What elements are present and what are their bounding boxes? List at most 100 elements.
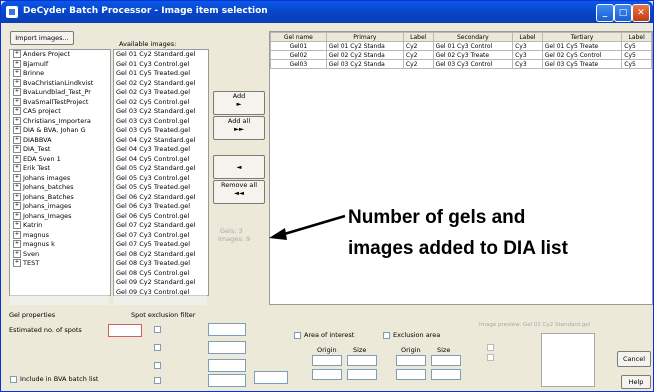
remove-all-button[interactable]: Remove all ◄◄: [213, 180, 265, 204]
expand-icon[interactable]: +: [13, 192, 21, 201]
image-list-item[interactable]: Gel 06 Cy3 Treated.gel: [114, 202, 208, 212]
table-cell[interactable]: Gel 01 Cy5 Treate: [541, 41, 623, 51]
table-cell[interactable]: Gel 02 Cy3 Treate: [432, 50, 514, 60]
table-cell[interactable]: Cy3: [512, 41, 543, 51]
remove-button[interactable]: ◄: [213, 155, 265, 179]
image-list-item[interactable]: Gel 03 Cy2 Standard.gel: [114, 107, 208, 117]
table-row[interactable]: Gel02 Gel 02 Cy2 Standa Cy2 Gel 02 Cy3 Trea…: [270, 50, 652, 60]
image-list-item[interactable]: Gel 08 Cy5 Control.gel: [114, 268, 208, 278]
image-list-item[interactable]: Gel 05 Cy2 Standard.gel: [114, 164, 208, 174]
tree-item[interactable]: + Johans_images: [10, 202, 110, 212]
expand-icon[interactable]: +: [13, 230, 21, 239]
preview-option-1-checkbox[interactable]: [487, 344, 494, 351]
tree-item[interactable]: + BvaLundblad_Test_Pr: [10, 88, 110, 98]
filter-checkbox[interactable]: [154, 362, 161, 369]
origin-x-input-1[interactable]: [312, 355, 342, 366]
cancel-button[interactable]: Cancel: [617, 351, 651, 367]
image-list-item[interactable]: Gel 08 Cy3 Treated.gel: [114, 259, 208, 269]
image-list-item[interactable]: Gel 03 Cy5 Treated.gel: [114, 126, 208, 136]
tree-item[interactable]: + Johans images: [10, 173, 110, 184]
close-icon[interactable]: ✕: [632, 4, 650, 22]
size-y-input-1[interactable]: [347, 369, 377, 380]
help-button[interactable]: Help: [621, 375, 651, 389]
table-row[interactable]: Gel03 Gel 03 Cy2 Standa Cy2 Gel 03 Cy3 Cont…: [270, 59, 652, 69]
image-list-item[interactable]: Gel 06 Cy2 Standard.gel: [114, 192, 208, 202]
expand-icon[interactable]: +: [13, 154, 21, 163]
tree-item[interactable]: + TEST: [10, 259, 110, 269]
est-spots-input[interactable]: [108, 324, 142, 337]
filter-checkbox[interactable]: [154, 377, 161, 384]
expand-icon[interactable]: +: [13, 135, 21, 144]
size-x-input-2[interactable]: [431, 355, 461, 366]
expand-icon[interactable]: +: [13, 97, 21, 106]
image-list-item[interactable]: Gel 07 Cy2 Standard.gel: [114, 221, 208, 231]
image-list-item[interactable]: Gel 04 Cy5 Control.gel: [114, 154, 208, 164]
table-cell[interactable]: Cy5: [621, 50, 652, 60]
tree-item[interactable]: + Katrin: [10, 221, 110, 231]
image-list-item[interactable]: Gel 04 Cy2 Standard.gel: [114, 135, 208, 145]
expand-icon[interactable]: +: [13, 164, 21, 172]
images-scrollbar[interactable]: [114, 295, 207, 305]
expand-icon[interactable]: +: [13, 211, 21, 220]
filter-extra-input[interactable]: [254, 371, 288, 384]
expand-icon[interactable]: +: [13, 240, 21, 248]
expand-icon[interactable]: +: [13, 183, 21, 191]
expand-icon[interactable]: +: [13, 221, 21, 229]
grid-column-header[interactable]: Secondary: [432, 32, 514, 42]
tree-item[interactable]: + Sven: [10, 249, 110, 260]
tree-item[interactable]: + CAS project: [10, 107, 110, 117]
expand-icon[interactable]: +: [13, 88, 21, 96]
maximize-icon[interactable]: □: [614, 4, 632, 22]
tree-item[interactable]: + Brinne: [10, 69, 110, 79]
tree-item[interactable]: + EDA Sven 1: [10, 154, 110, 165]
table-cell[interactable]: Cy2: [402, 59, 434, 69]
grid-column-header[interactable]: Tertiary: [541, 32, 623, 42]
table-cell[interactable]: Cy5: [621, 59, 652, 69]
table-cell[interactable]: Cy2: [402, 41, 434, 51]
tree-item[interactable]: + DIA_Test: [10, 145, 110, 155]
tree-item[interactable]: + Johans_batches: [10, 183, 110, 193]
tree-item[interactable]: + Erik Test: [10, 164, 110, 174]
expand-icon[interactable]: +: [13, 69, 21, 77]
filter-value-input[interactable]: [208, 341, 246, 354]
gel-grid[interactable]: Gel name Primary Label Secondary Label Tertia…: [270, 32, 652, 69]
table-cell[interactable]: Gel 03 Cy5 Treate: [541, 59, 623, 69]
tree-item[interactable]: + Anders Project: [10, 50, 110, 60]
tree-item[interactable]: + magnus: [10, 230, 110, 241]
exclusion-area-checkbox[interactable]: [383, 332, 390, 339]
grid-column-header[interactable]: Gel name: [270, 32, 327, 42]
tree-item[interactable]: + DIABBVA: [10, 135, 110, 146]
expand-icon[interactable]: +: [13, 259, 21, 267]
image-list-item[interactable]: Gel 08 Cy2 Standard.gel: [114, 249, 208, 259]
filter-value-input[interactable]: [208, 359, 246, 372]
image-list-item[interactable]: Gel 06 Cy5 Control.gel: [114, 211, 208, 221]
tree-item[interactable]: + Johans_Images: [10, 211, 110, 222]
image-list-item[interactable]: Gel 01 Cy2 Standard.gel: [114, 50, 208, 60]
table-cell[interactable]: Cy5: [621, 41, 652, 51]
image-list-item[interactable]: Gel 05 Cy5 Treated.gel: [114, 183, 208, 193]
expand-icon[interactable]: +: [13, 50, 21, 58]
expand-icon[interactable]: +: [13, 126, 21, 134]
filter-value-input[interactable]: [208, 323, 246, 336]
add-button[interactable]: Add ►: [213, 91, 265, 115]
expand-icon[interactable]: +: [13, 145, 21, 153]
table-cell[interactable]: Cy3: [512, 50, 543, 60]
expand-icon[interactable]: +: [13, 249, 21, 258]
origin-y-input-1[interactable]: [312, 369, 342, 380]
image-list-item[interactable]: Gel 01 Cy5 Treated.gel: [114, 69, 208, 79]
expand-icon[interactable]: +: [13, 78, 21, 87]
table-row[interactable]: Gel01 Gel 01 Cy2 Standa Cy2 Gel 01 Cy3 Cont…: [270, 41, 652, 51]
expand-icon[interactable]: +: [13, 173, 21, 182]
table-cell[interactable]: Cy3: [512, 59, 543, 69]
image-list-item[interactable]: Gel 01 Cy3 Control.gel: [114, 59, 208, 69]
table-cell[interactable]: Gel03: [270, 59, 327, 69]
table-cell[interactable]: Cy2: [402, 50, 434, 60]
table-cell[interactable]: Gel01: [270, 41, 327, 51]
minimize-icon[interactable]: _: [596, 4, 614, 22]
image-list-item[interactable]: Gel 02 Cy3 Treated.gel: [114, 88, 208, 98]
filter-value-input[interactable]: [208, 374, 246, 387]
dia-gel-table[interactable]: Gel name Primary Label Secondary Label Tertia…: [269, 31, 653, 305]
tree-item[interactable]: + Bjarnulf: [10, 59, 110, 70]
image-list-item[interactable]: Gel 02 Cy2 Standard.gel: [114, 78, 208, 88]
area-interest-checkbox[interactable]: [294, 332, 301, 339]
